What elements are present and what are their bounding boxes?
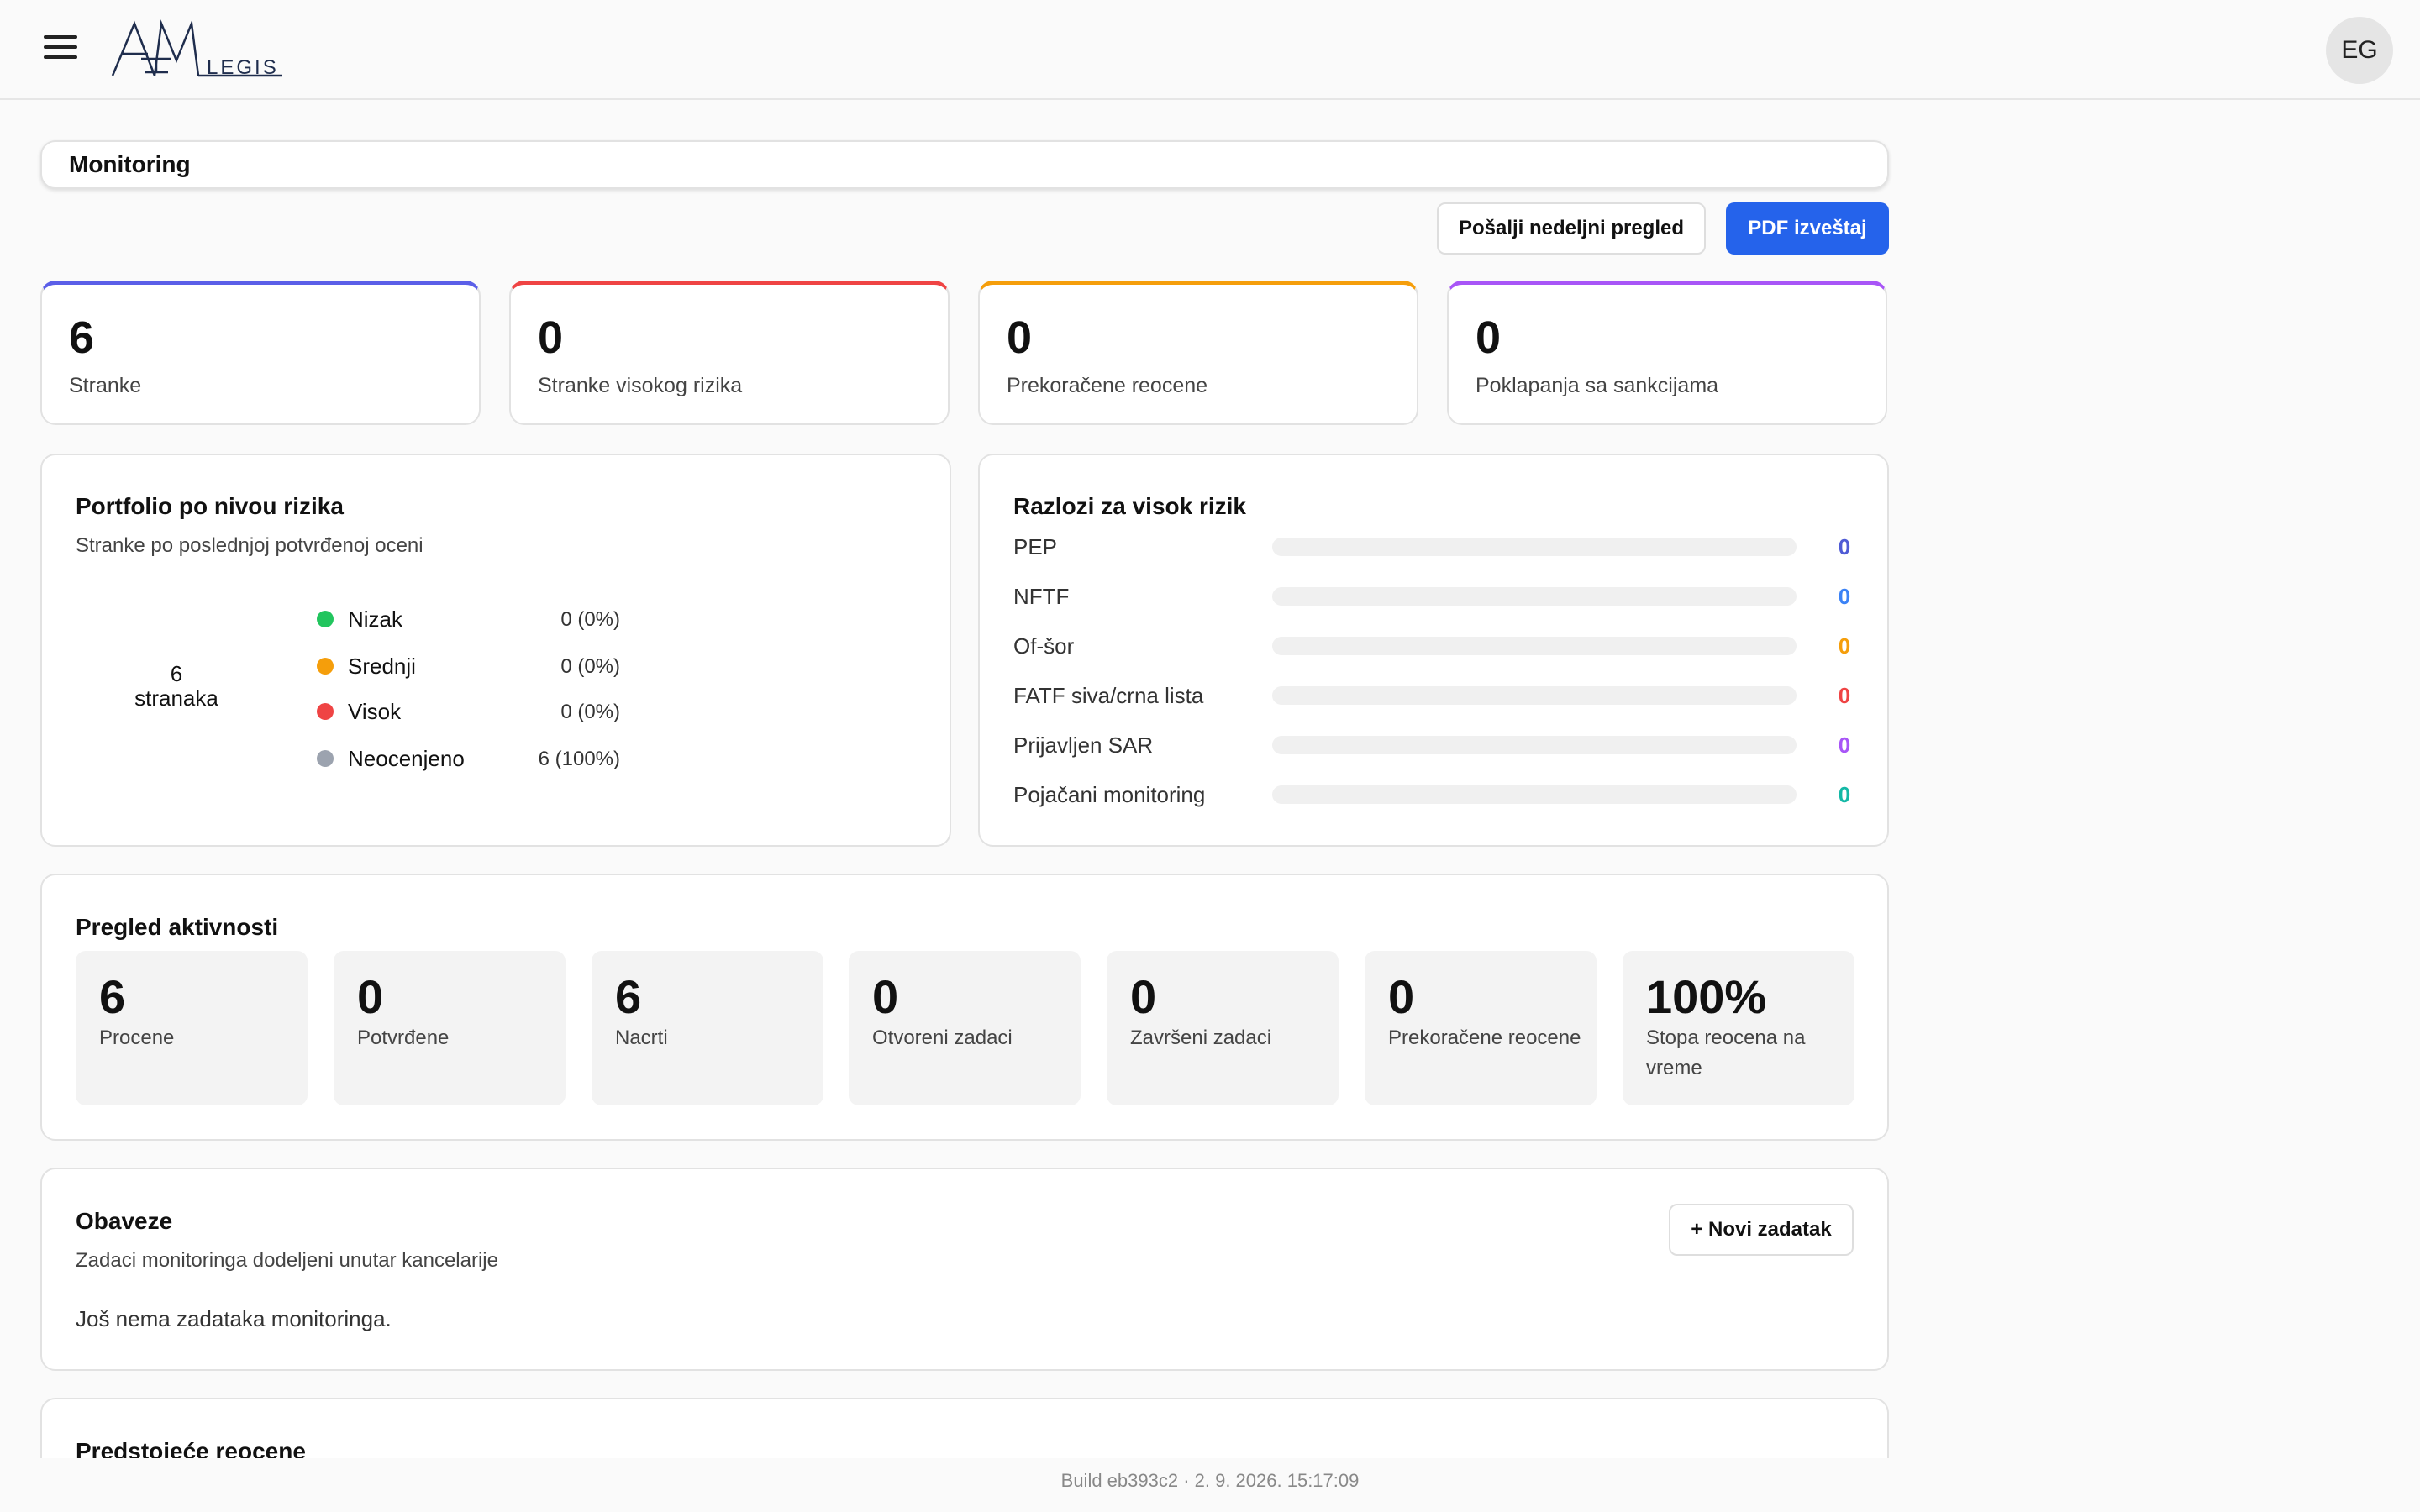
reason-label-enhanced-monitoring: Pojačani monitoring: [1013, 782, 1206, 807]
legend-dot-high: [317, 703, 334, 720]
reasons-title: Razlozi za visok rizik: [1013, 493, 1246, 519]
activity-value: 100%: [1646, 970, 1767, 1023]
reason-label-nftf: NFTF: [1013, 584, 1070, 609]
legend-value-high: 0 (0%): [560, 701, 620, 723]
obligations-title: Obaveze: [76, 1208, 173, 1234]
portfolio-center-unit: stranaka: [134, 685, 218, 711]
reason-label-pep: PEP: [1013, 534, 1058, 559]
portfolio-title: Portfolio po nivou rizika: [76, 493, 344, 519]
kpi-value: 6: [69, 312, 95, 363]
activity-label: Potvrđene: [357, 1026, 450, 1049]
activity-value: 0: [357, 970, 384, 1023]
portfolio-subtitle: Stranke po poslednjoj potvrđenoj oceni: [76, 534, 424, 557]
legend-label-medium: Srednji: [348, 654, 416, 679]
new-task-button[interactable]: + Novi zadatak: [1669, 1204, 1854, 1256]
kpi-label: Prekoračene reocene: [1007, 374, 1208, 397]
pdf-report-button[interactable]: PDF izveštaj: [1726, 202, 1889, 255]
app-logo[interactable]: LEGIS: [111, 17, 287, 84]
reason-label-offshore: Of-šor: [1013, 633, 1075, 659]
user-avatar[interactable]: EG: [2326, 17, 2393, 84]
send-weekly-review-button[interactable]: Pošalji nedeljni pregled: [1437, 202, 1706, 255]
activity-card-on-time-rate: 100% Stopa reocena na vreme: [1623, 951, 1854, 1105]
reason-bar-sar: [1272, 736, 1797, 754]
legend-label-unrated: Neocenjeno: [348, 746, 465, 771]
obligations-empty-text: Još nema zadataka monitoringa.: [76, 1306, 392, 1331]
activity-label: Stopa reocena na vreme: [1646, 1026, 1806, 1079]
reason-bar-nftf: [1272, 587, 1797, 606]
activity-value: 6: [615, 970, 642, 1023]
reason-value-enhanced-monitoring: 0: [1838, 782, 1851, 807]
top-header: LEGIS EG: [0, 0, 2420, 100]
activity-value: 0: [872, 970, 899, 1023]
reason-value-nftf: 0: [1838, 584, 1851, 609]
legend-dot-unrated: [317, 750, 334, 767]
reason-bar-fatf: [1272, 686, 1797, 705]
activity-value: 0: [1130, 970, 1157, 1023]
kpi-card-overdue-reassessments: 0 Prekoračene reocene: [978, 281, 1418, 425]
kpi-label: Poklapanja sa sankcijama: [1476, 374, 1719, 397]
activity-label: Prekoračene reocene: [1388, 1026, 1581, 1049]
activity-label: Procene: [99, 1026, 175, 1049]
legend-label-low: Nizak: [348, 606, 403, 632]
activity-card-assessments: 6 Procene: [76, 951, 308, 1105]
legend-value-unrated: 6 (100%): [538, 748, 620, 770]
page-title: Monitoring: [40, 140, 1889, 189]
kpi-card-sanctions-matches: 0 Poklapanja sa sankcijama: [1447, 281, 1887, 425]
build-footer: Build eb393c2 · 2. 9. 2026. 15:17:09: [0, 1458, 2420, 1512]
legend-dot-low: [317, 611, 334, 627]
activity-title: Pregled aktivnosti: [76, 914, 279, 940]
kpi-card-clients: 6 Stranke: [40, 281, 481, 425]
reason-bar-pep: [1272, 538, 1797, 556]
reason-bar-enhanced-monitoring: [1272, 785, 1797, 804]
portfolio-center-label: 6 stranaka: [118, 662, 235, 711]
activity-label: Nacrti: [615, 1026, 668, 1049]
reason-value-fatf: 0: [1838, 683, 1851, 708]
legend-value-low: 0 (0%): [560, 608, 620, 631]
activity-value: 0: [1388, 970, 1415, 1023]
obligations-subtitle: Zadaci monitoringa dodeljeni unutar kanc…: [76, 1249, 498, 1272]
kpi-value: 0: [1007, 312, 1033, 363]
kpi-label: Stranke: [69, 374, 142, 397]
reason-value-offshore: 0: [1838, 633, 1851, 659]
activity-card-overdue-reassessments: 0 Prekoračene reocene: [1365, 951, 1597, 1105]
reason-label-sar: Prijavljen SAR: [1013, 732, 1154, 758]
activity-card-confirmed: 0 Potvrđene: [334, 951, 566, 1105]
legend-label-high: Visok: [348, 699, 402, 724]
reason-bar-offshore: [1272, 637, 1797, 655]
activity-card-drafts: 6 Nacrti: [592, 951, 823, 1105]
kpi-card-high-risk-clients: 0 Stranke visokog rizika: [509, 281, 950, 425]
kpi-value: 0: [538, 312, 564, 363]
svg-text:LEGIS: LEGIS: [207, 56, 279, 79]
legend-value-medium: 0 (0%): [560, 655, 620, 678]
kpi-value: 0: [1476, 312, 1502, 363]
activity-card-open-tasks: 0 Otvoreni zadaci: [849, 951, 1081, 1105]
activity-label: Otvoreni zadaci: [872, 1026, 1013, 1049]
hamburger-menu-icon[interactable]: [44, 35, 77, 64]
reason-label-fatf: FATF siva/crna lista: [1013, 683, 1204, 708]
legend-dot-medium: [317, 658, 334, 675]
activity-value: 6: [99, 970, 126, 1023]
kpi-label: Stranke visokog rizika: [538, 374, 743, 397]
reason-value-pep: 0: [1838, 534, 1851, 559]
activity-card-completed-tasks: 0 Završeni zadaci: [1107, 951, 1339, 1105]
reason-value-sar: 0: [1838, 732, 1851, 758]
portfolio-center-count: 6: [170, 661, 183, 686]
activity-label: Završeni zadaci: [1130, 1026, 1272, 1049]
